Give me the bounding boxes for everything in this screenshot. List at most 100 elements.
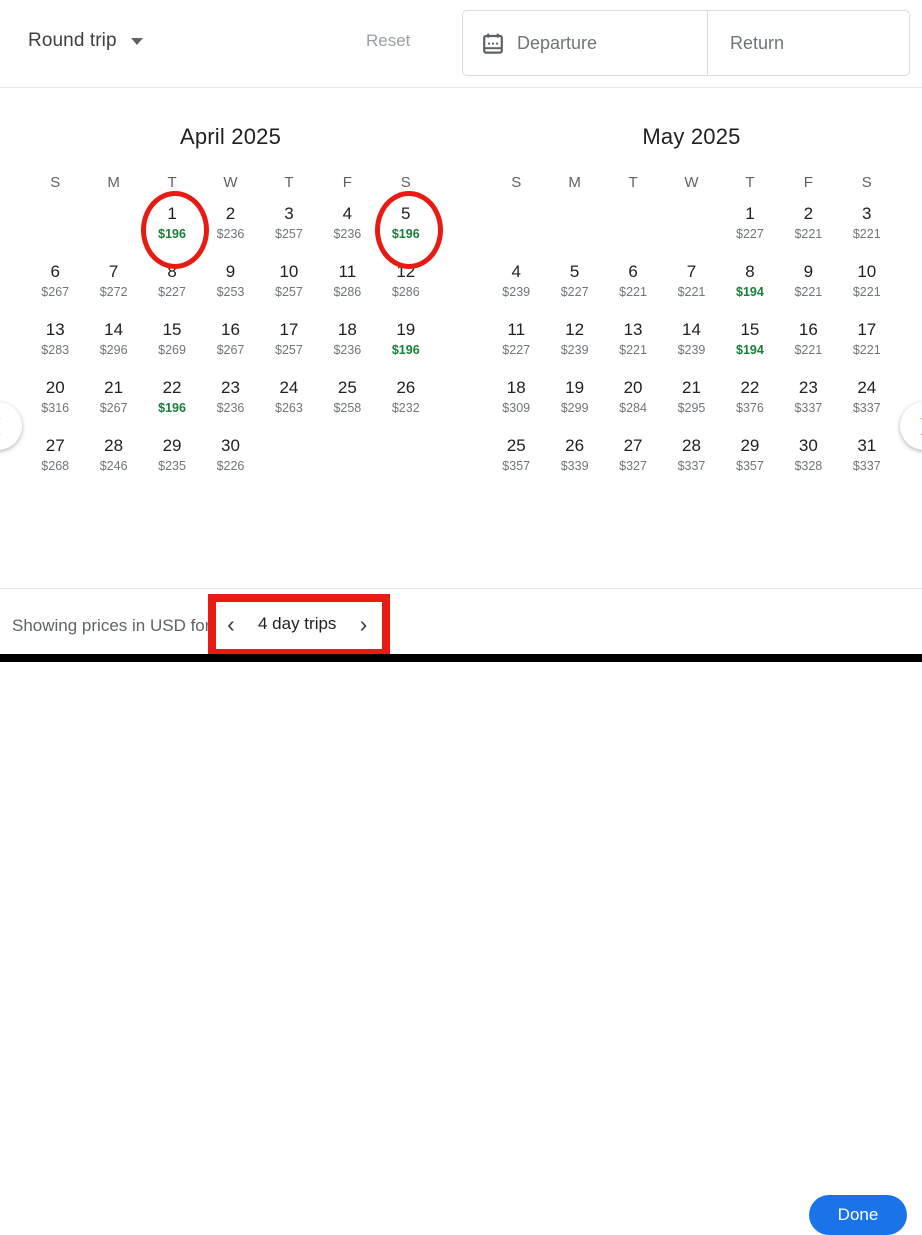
day-cell-17[interactable]: 17 $257	[260, 319, 318, 368]
day-cell-22[interactable]: 22 $376	[721, 377, 779, 426]
day-cell-14[interactable]: 14 $296	[84, 319, 142, 368]
day-cell-8[interactable]: 8 $227	[143, 261, 201, 310]
day-cell-6[interactable]: 6 $267	[26, 261, 84, 310]
departure-field[interactable]: Departure	[463, 11, 708, 75]
day-number: 1	[745, 204, 755, 223]
day-price: $239	[677, 343, 706, 357]
day-cell-4[interactable]: 4 $239	[487, 261, 545, 310]
week-row: 1 $196 2 $236 3 $257 4 $236 5 $196	[0, 191, 461, 269]
chevron-right-icon	[913, 416, 922, 436]
week-row: 20 $316 21 $267 22 $196 23 $236 24 $263 25 $258 26 $2…	[0, 377, 461, 426]
day-cell-28[interactable]: 28 $246	[84, 435, 142, 484]
day-cell-29[interactable]: 29 $235	[143, 435, 201, 484]
day-cell-27[interactable]: 27 $268	[26, 435, 84, 484]
day-cell-9[interactable]: 9 $253	[201, 261, 259, 310]
day-cell-21[interactable]: 21 $267	[84, 377, 142, 426]
stepper-increase-button[interactable]: ›	[350, 611, 376, 637]
day-cell-9[interactable]: 9 $221	[779, 261, 837, 310]
day-price: $357	[736, 459, 764, 473]
day-of-week-header: SMTWTFS	[0, 174, 461, 191]
day-cell-16[interactable]: 16 $221	[779, 319, 837, 368]
day-cell-31[interactable]: 31 $337	[838, 435, 896, 484]
day-cell-24[interactable]: 24 $263	[260, 377, 318, 426]
screen-bottom-bar	[0, 654, 922, 662]
day-price: $221	[852, 285, 881, 299]
day-number: 9	[803, 262, 814, 281]
day-cell-empty	[260, 435, 318, 484]
day-number: 17	[857, 320, 877, 339]
return-field[interactable]: Return	[708, 11, 909, 75]
day-cell-1[interactable]: 1 $196	[140, 191, 209, 269]
day-cell-7[interactable]: 7 $221	[662, 261, 720, 310]
day-cell-16[interactable]: 16 $267	[201, 319, 259, 368]
day-cell-6[interactable]: 6 $221	[604, 261, 662, 310]
week-row: 6 $267 7 $272 8 $227 9 $253 10 $257 11 $286 12 $286	[0, 261, 461, 310]
day-price: $376	[736, 401, 764, 415]
day-cell-10[interactable]: 10 $221	[838, 261, 896, 310]
day-number: 6	[628, 262, 638, 281]
day-cell-5[interactable]: 5 $196	[374, 191, 443, 269]
day-cell-24[interactable]: 24 $337	[838, 377, 896, 426]
day-cell-21[interactable]: 21 $295	[662, 377, 720, 426]
day-cell-11[interactable]: 11 $227	[487, 319, 545, 368]
day-price: $295	[677, 401, 706, 415]
day-number: 11	[507, 320, 526, 339]
stepper-decrease-button[interactable]: ‹	[218, 611, 244, 637]
done-button[interactable]: Done	[809, 1195, 907, 1235]
day-cell-27[interactable]: 27 $327	[604, 435, 662, 484]
day-cell-30[interactable]: 30 $226	[201, 435, 259, 484]
day-cell-13[interactable]: 13 $221	[604, 319, 662, 368]
day-cell-22[interactable]: 22 $196	[143, 377, 201, 426]
day-cell-3[interactable]: 3 $257	[260, 203, 318, 252]
day-of-week-2: T	[628, 174, 638, 191]
day-cell-18[interactable]: 18 $309	[487, 377, 545, 426]
day-cell-3[interactable]: 3 $221	[838, 203, 896, 252]
trip-type-dropdown[interactable]: Round trip	[24, 26, 147, 56]
day-cell-4[interactable]: 4 $236	[318, 203, 376, 252]
day-cell-2[interactable]: 2 $236	[201, 203, 259, 252]
day-cell-10[interactable]: 10 $257	[260, 261, 318, 310]
day-cell-23[interactable]: 23 $236	[201, 377, 259, 426]
day-cell-19[interactable]: 19 $196	[377, 319, 435, 368]
day-number: 16	[798, 320, 818, 339]
day-cell-14[interactable]: 14 $239	[662, 319, 720, 368]
day-cell-19[interactable]: 19 $299	[545, 377, 603, 426]
day-cell-29[interactable]: 29 $357	[721, 435, 779, 484]
day-price: $221	[852, 227, 881, 241]
day-price: $283	[41, 343, 70, 357]
day-cell-20[interactable]: 20 $316	[26, 377, 84, 426]
day-number: 18	[506, 378, 526, 397]
day-price: $337	[852, 401, 881, 415]
day-cell-8[interactable]: 8 $194	[721, 261, 779, 310]
day-cell-7[interactable]: 7 $272	[84, 261, 142, 310]
week-row: 18 $309 19 $299 20 $284 21 $295 22 $376 23 $337 24 $3…	[461, 377, 922, 426]
day-cell-12[interactable]: 12 $239	[545, 319, 603, 368]
day-cell-empty	[487, 203, 545, 252]
day-cell-15[interactable]: 15 $194	[721, 319, 779, 368]
day-cell-30[interactable]: 30 $328	[779, 435, 837, 484]
day-number: 24	[279, 378, 299, 397]
day-cell-5[interactable]: 5 $227	[545, 261, 603, 310]
day-number: 27	[623, 436, 643, 455]
day-cell-25[interactable]: 25 $357	[487, 435, 545, 484]
day-cell-15[interactable]: 15 $269	[143, 319, 201, 368]
day-cell-13[interactable]: 13 $283	[26, 319, 84, 368]
day-cell-12[interactable]: 12 $286	[377, 261, 435, 310]
day-cell-20[interactable]: 20 $284	[604, 377, 662, 426]
day-price: $316	[41, 401, 70, 415]
reset-button[interactable]: Reset	[366, 31, 410, 51]
day-cell-28[interactable]: 28 $337	[662, 435, 720, 484]
day-cell-2[interactable]: 2 $221	[779, 203, 837, 252]
day-cell-11[interactable]: 11 $286	[318, 261, 376, 310]
day-price: $221	[852, 343, 881, 357]
day-cell-empty	[84, 203, 142, 252]
day-cell-26[interactable]: 26 $339	[545, 435, 603, 484]
day-of-week-5: F	[803, 174, 813, 191]
day-cell-empty	[545, 203, 603, 252]
day-cell-1[interactable]: 1 $227	[721, 203, 779, 252]
day-cell-25[interactable]: 25 $258	[318, 377, 376, 426]
day-cell-17[interactable]: 17 $221	[838, 319, 896, 368]
day-cell-18[interactable]: 18 $236	[318, 319, 376, 368]
day-cell-26[interactable]: 26 $232	[377, 377, 435, 426]
day-cell-23[interactable]: 23 $337	[779, 377, 837, 426]
